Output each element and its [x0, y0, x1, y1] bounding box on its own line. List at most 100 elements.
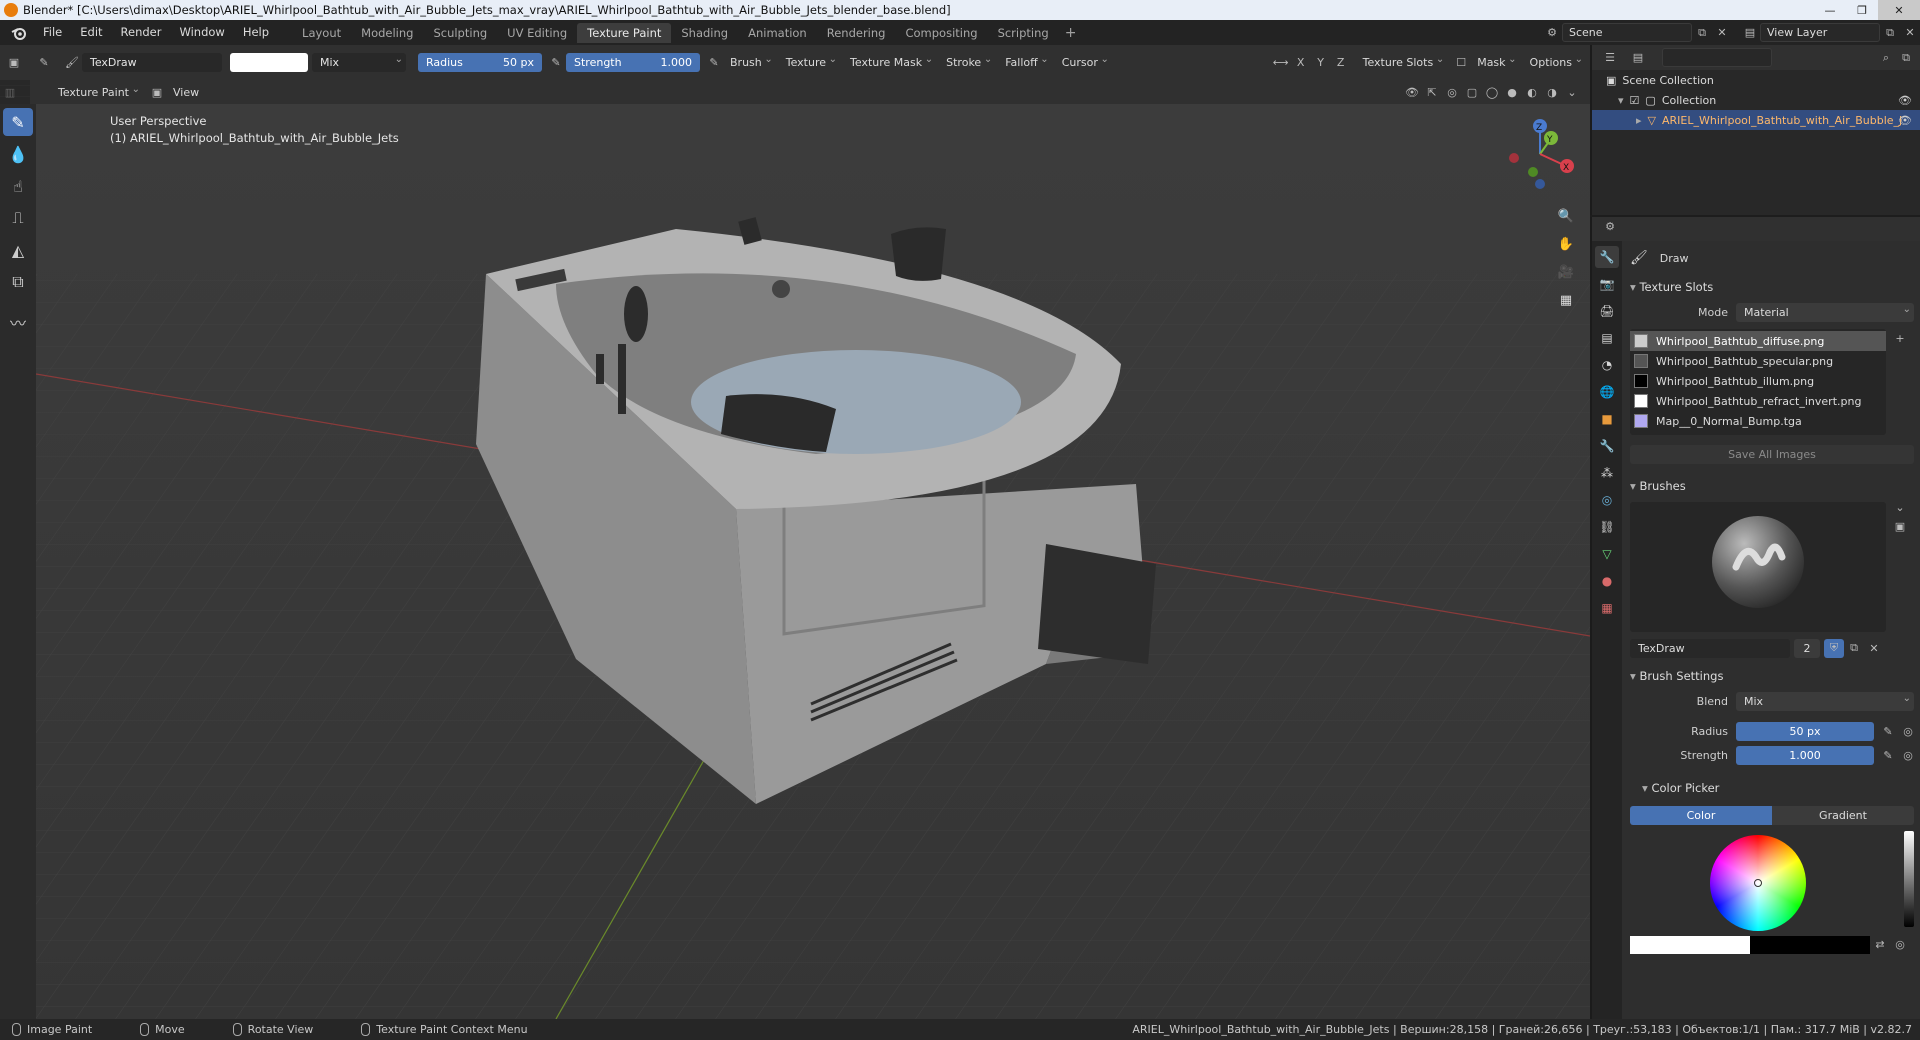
- duplicate-brush-icon[interactable]: ⧉: [1844, 639, 1864, 658]
- menu-edit[interactable]: Edit: [71, 20, 111, 45]
- blend-mode-dropdown[interactable]: Mix: [312, 50, 406, 72]
- swap-colors-icon[interactable]: ⇄: [1870, 935, 1890, 954]
- view-layer-tab-icon[interactable]: ▤: [1595, 327, 1619, 349]
- slot-item[interactable]: Map__0_Normal_Bump.tga: [1630, 411, 1886, 431]
- color-wheel[interactable]: [1710, 835, 1806, 931]
- color-swatch[interactable]: [230, 53, 308, 72]
- menu-window[interactable]: Window: [170, 20, 233, 45]
- brushes-section[interactable]: Brushes: [1626, 474, 1918, 498]
- soften-tool-icon[interactable]: 💧: [3, 140, 33, 168]
- tab-texture-paint[interactable]: Texture Paint: [577, 22, 672, 43]
- tab-shading[interactable]: Shading: [671, 23, 738, 43]
- slot-item[interactable]: Whirlpool_Bathtub_illum.png: [1630, 371, 1886, 391]
- scene-name-field[interactable]: Scene: [1562, 23, 1692, 42]
- tab-sculpting[interactable]: Sculpting: [423, 23, 497, 43]
- blender-logo-icon[interactable]: [8, 22, 30, 44]
- view-layer-field[interactable]: View Layer: [1760, 23, 1880, 42]
- slot-mode-dropdown[interactable]: Material: [1736, 300, 1914, 322]
- mask-checkbox-icon[interactable]: ☐: [1451, 53, 1471, 72]
- value-slider[interactable]: [1904, 831, 1914, 927]
- tab-rendering[interactable]: Rendering: [817, 23, 896, 43]
- eye-icon[interactable]: 👁: [1898, 94, 1912, 107]
- options-menu[interactable]: Options: [1524, 50, 1586, 72]
- tab-compositing[interactable]: Compositing: [895, 23, 987, 43]
- outliner-search-input[interactable]: [1662, 48, 1772, 67]
- scene-icon[interactable]: ⚙: [1542, 23, 1562, 42]
- axis-y-toggle[interactable]: Y: [1311, 53, 1331, 72]
- mask-menu[interactable]: Mask: [1471, 50, 1519, 72]
- shading-options-icon[interactable]: ⌄: [1562, 83, 1582, 102]
- outliner-object-row[interactable]: ▸ ▽ ARIEL_Whirlpool_Bathtub_with_Air_Bub…: [1592, 110, 1920, 130]
- checkbox-icon[interactable]: ☑: [1630, 94, 1640, 107]
- symmetry-icon[interactable]: ⟷: [1271, 53, 1291, 72]
- new-view-layer-icon[interactable]: ⧉: [1880, 23, 1900, 42]
- radius-pressure-icon[interactable]: ✎: [1878, 722, 1898, 741]
- remove-scene-icon[interactable]: ✕: [1712, 23, 1732, 42]
- radius-pressure-icon[interactable]: ✎: [546, 53, 566, 72]
- primary-color-swatch[interactable]: [1630, 935, 1750, 954]
- brush-settings-section[interactable]: Brush Settings: [1626, 664, 1918, 688]
- pan-hand-icon[interactable]: ✋: [1554, 232, 1578, 256]
- xray-icon[interactable]: ▢: [1462, 83, 1482, 102]
- save-all-images-button[interactable]: Save All Images: [1630, 445, 1914, 464]
- outliner-collection[interactable]: ▾ ☑ ▢ Collection 👁: [1592, 90, 1920, 110]
- slot-item[interactable]: Whirlpool_Bathtub_refract_invert.png: [1630, 391, 1886, 411]
- texture-slot-list[interactable]: Whirlpool_Bathtub_diffuse.png Whirlpool_…: [1630, 329, 1886, 435]
- menu-help[interactable]: Help: [234, 20, 278, 45]
- close-button[interactable]: ✕: [1878, 0, 1920, 20]
- tool-settings-icon[interactable]: ✎: [34, 53, 54, 72]
- color-picker-section[interactable]: Color Picker: [1626, 776, 1918, 800]
- fill-tool-icon[interactable]: ◭: [3, 236, 33, 264]
- visibility-icon[interactable]: 👁: [1402, 83, 1422, 102]
- color-unit-icon[interactable]: ◎: [1890, 935, 1910, 954]
- cursor-menu[interactable]: Cursor: [1056, 50, 1112, 72]
- maximize-button[interactable]: ❐: [1846, 0, 1878, 20]
- secondary-color-swatch[interactable]: [1750, 935, 1870, 954]
- add-workspace-button[interactable]: +: [1059, 25, 1083, 41]
- 3d-viewport[interactable]: User Perspective (1) ARIEL_Whirlpool_Bat…: [36, 104, 1590, 1019]
- radius-slider[interactable]: 50 px: [1736, 721, 1874, 741]
- tab-uv-editing[interactable]: UV Editing: [497, 23, 577, 43]
- view-layer-icon[interactable]: ▤: [1740, 23, 1760, 42]
- mode-dropdown[interactable]: Texture Paint: [40, 80, 143, 102]
- outliner-editor-icon[interactable]: ☰: [1600, 48, 1620, 67]
- radius-slider[interactable]: Radius 50 px: [418, 53, 542, 72]
- tab-layout[interactable]: Layout: [292, 23, 351, 43]
- menu-render[interactable]: Render: [112, 20, 171, 45]
- material-shading-icon[interactable]: ◐: [1522, 83, 1542, 102]
- tab-scripting[interactable]: Scripting: [988, 23, 1059, 43]
- eye-icon[interactable]: 👁: [1898, 114, 1912, 127]
- material-tab-icon[interactable]: ●: [1595, 570, 1619, 592]
- texture-slots-section[interactable]: Texture Slots: [1626, 275, 1918, 299]
- tool-tab-icon[interactable]: 🔧: [1595, 246, 1619, 268]
- new-collection-icon[interactable]: ⧉: [1896, 48, 1916, 67]
- object-tab-icon[interactable]: ■: [1595, 408, 1619, 430]
- gizmo-toggle-icon[interactable]: ⇱: [1422, 83, 1442, 102]
- minimize-button[interactable]: —: [1814, 0, 1846, 20]
- scene-tab-icon[interactable]: ◔: [1595, 354, 1619, 376]
- mask-tool-icon[interactable]: ⧉: [3, 268, 33, 296]
- unlink-brush-icon[interactable]: ✕: [1864, 639, 1884, 658]
- texture-slots-menu[interactable]: Texture Slots: [1357, 50, 1448, 72]
- brush-name-field[interactable]: TexDraw: [1630, 638, 1790, 658]
- slot-item[interactable]: Whirlpool_Bathtub_diffuse.png: [1630, 331, 1886, 351]
- strength-unit-icon[interactable]: ◎: [1898, 746, 1918, 765]
- display-mode-icon[interactable]: ▤: [1628, 48, 1648, 67]
- navigation-gizmo[interactable]: Z Y X: [1500, 114, 1580, 194]
- strength-pressure-icon[interactable]: ✎: [1878, 746, 1898, 765]
- rendered-shading-icon[interactable]: ◑: [1542, 83, 1562, 102]
- axis-x-toggle[interactable]: X: [1291, 53, 1311, 72]
- smear-tool-icon[interactable]: ☝: [3, 172, 33, 200]
- texture-menu[interactable]: Texture: [780, 50, 840, 72]
- filter-icon[interactable]: ⌕: [1876, 48, 1896, 67]
- annotate-tool-icon[interactable]: 〰: [3, 308, 33, 336]
- texture-tab-icon[interactable]: ▦: [1595, 597, 1619, 619]
- brush-icon[interactable]: 🖌: [62, 53, 82, 72]
- brush-image-icon[interactable]: ▣: [1890, 517, 1910, 536]
- menu-file[interactable]: File: [34, 20, 71, 45]
- strength-pressure-icon[interactable]: ✎: [704, 53, 724, 72]
- texture-mask-menu[interactable]: Texture Mask: [844, 50, 936, 72]
- view-menu[interactable]: View: [167, 83, 213, 102]
- brush-users-count[interactable]: 2: [1794, 638, 1820, 658]
- expand-icon[interactable]: ▾: [1618, 94, 1624, 107]
